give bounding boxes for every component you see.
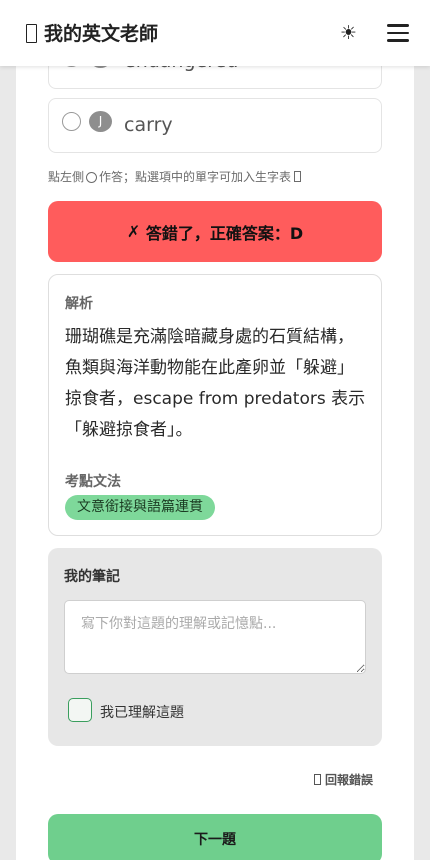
next-question-label: 下一題 — [194, 832, 236, 848]
result-text: 答錯了，正確答案：D — [145, 223, 304, 243]
answer-option-d[interactable]: J carry — [48, 98, 382, 153]
report-error-link[interactable]: 回報錯誤 — [314, 771, 373, 788]
logo-icon — [26, 24, 37, 43]
hint-text-before: 點左側 — [48, 170, 85, 184]
option-letter-badge: J — [89, 111, 112, 132]
app-title: 我的英文老師 — [44, 23, 159, 45]
notes-panel: 我的筆記 我已理解這題 — [48, 548, 382, 746]
missing-glyph-icon — [294, 171, 302, 182]
option-word[interactable]: carry — [124, 114, 173, 136]
hamburger-menu-icon[interactable] — [387, 24, 409, 42]
next-question-button[interactable]: 下一題 — [48, 814, 382, 860]
grammar-label: 考點文法 — [65, 474, 121, 490]
radio-circle-icon — [86, 172, 98, 183]
app-header: 我的英文老師 ☀ — [0, 0, 430, 66]
theme-toggle-icon[interactable]: ☀ — [340, 21, 357, 45]
wrong-icon: ✗ — [126, 222, 141, 241]
analysis-panel: 解析 珊瑚礁是充滿陰暗藏身處的石質結構，魚類與海洋動物能在此產卵並「躲避」掠食者… — [48, 274, 382, 536]
answer-hint: 點左側 作答；點選項中的單字可加入生字表 — [48, 168, 302, 185]
analysis-text: 珊瑚礁是充滿陰暗藏身處的石質結構，魚類與海洋動物能在此產卵並「躲避」掠食者，es… — [65, 327, 366, 440]
notes-input[interactable] — [64, 600, 366, 674]
understood-label[interactable]: 我已理解這題 — [100, 702, 184, 722]
notes-title: 我的筆記 — [64, 569, 120, 585]
missing-glyph-icon — [314, 774, 321, 785]
option-radio[interactable] — [62, 112, 81, 131]
result-banner: ✗ 答錯了，正確答案：D — [48, 201, 382, 262]
report-error-label[interactable]: 回報錯誤 — [325, 773, 373, 787]
grammar-tag: 文意銜接與語篇連貫 — [65, 495, 215, 520]
hint-text-after: 作答；點選項中的單字可加入生字表 — [99, 170, 292, 184]
analysis-label: 解析 — [65, 296, 93, 312]
understood-checkbox[interactable] — [68, 698, 92, 722]
